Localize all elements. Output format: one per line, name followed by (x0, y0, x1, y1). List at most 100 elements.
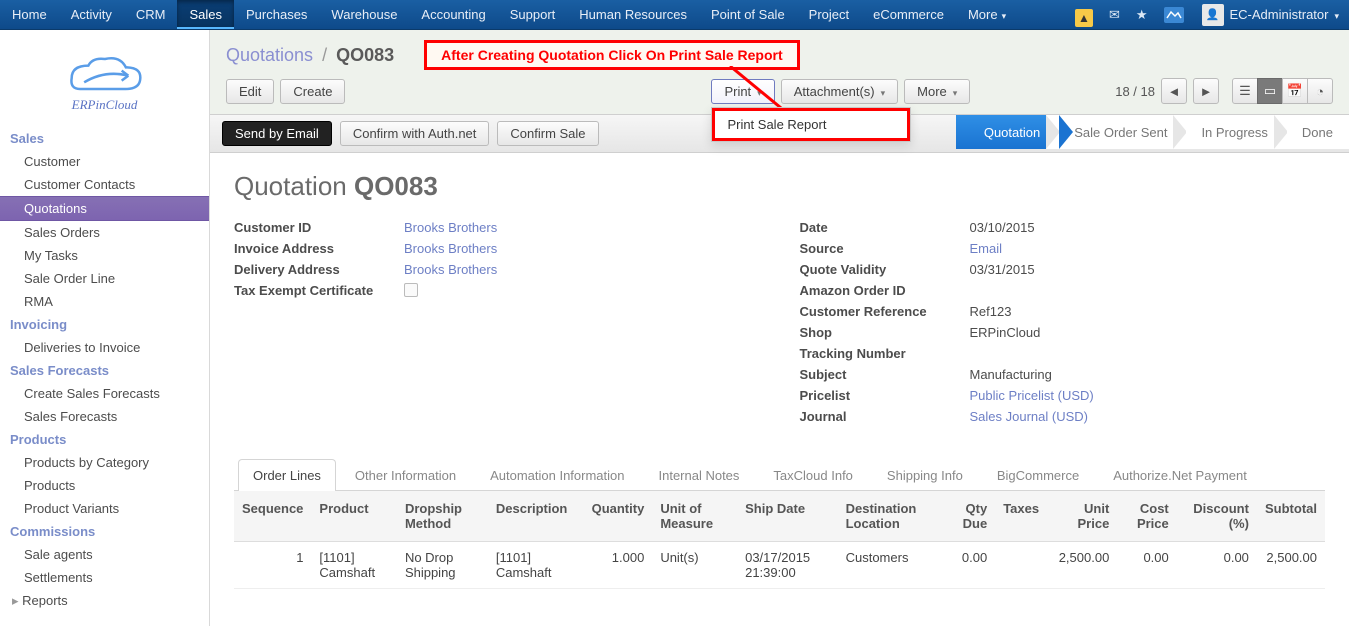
nav-sales[interactable]: Sales (177, 0, 234, 29)
tab-other-information[interactable]: Other Information (340, 459, 471, 491)
sidebar-item-sales-orders[interactable]: Sales Orders (0, 221, 209, 244)
cell-dest: Customers (838, 542, 946, 589)
tab-bigcommerce[interactable]: BigCommerce (982, 459, 1094, 491)
tab-authorize-net-payment[interactable]: Authorize.Net Payment (1098, 459, 1262, 491)
nav-crm[interactable]: CRM (124, 0, 178, 29)
sidebar-item-products-by-category[interactable]: Products by Category (0, 451, 209, 474)
app-switcher-icon[interactable] (1156, 0, 1192, 29)
view-calendar-button[interactable]: 📅 (1282, 78, 1308, 104)
tab-shipping-info[interactable]: Shipping Info (872, 459, 978, 491)
sidebar-item-create-sales-forecasts[interactable]: Create Sales Forecasts (0, 382, 209, 405)
print-sale-report-item[interactable]: Print Sale Report (712, 108, 910, 141)
journal-value[interactable]: Sales Journal (USD) (970, 409, 1089, 424)
invoice-address-value[interactable]: Brooks Brothers (404, 241, 497, 256)
user-menu[interactable]: 👤 EC-Administrator (1192, 0, 1349, 29)
col-taxes: Taxes (995, 491, 1047, 542)
stage-quotation[interactable]: Quotation (956, 115, 1060, 149)
sidebar-item-reports[interactable]: ▸ Reports (0, 589, 209, 613)
star-icon[interactable]: ★ (1128, 0, 1156, 29)
nav-purchases[interactable]: Purchases (234, 0, 319, 29)
sidebar-item-rma[interactable]: RMA (0, 290, 209, 313)
print-button[interactable]: Print (711, 79, 774, 104)
source-label: Source (800, 241, 970, 256)
sidebar-item-customer-contacts[interactable]: Customer Contacts (0, 173, 209, 196)
nav-support[interactable]: Support (498, 0, 568, 29)
tax-exempt-checkbox[interactable] (404, 283, 418, 297)
sidebar-item-quotations[interactable]: Quotations (0, 196, 209, 221)
nav-ecommerce[interactable]: eCommerce (861, 0, 956, 29)
pager-next-button[interactable]: ► (1193, 78, 1219, 104)
form-left-col: Customer IDBrooks Brothers Invoice Addre… (234, 220, 760, 430)
send-email-button[interactable]: Send by Email (222, 121, 332, 146)
customer-id-value[interactable]: Brooks Brothers (404, 220, 497, 235)
confirm-authnet-button[interactable]: Confirm with Auth.net (340, 121, 490, 146)
cell-qty_due: 0.00 (945, 542, 995, 589)
sidebar-section-invoicing[interactable]: Invoicing (0, 313, 209, 336)
sidebar-item-products[interactable]: Products (0, 474, 209, 497)
table-row[interactable]: 1[1101] CamshaftNo Drop Shipping[1101] C… (234, 542, 1325, 589)
tab-internal-notes[interactable]: Internal Notes (643, 459, 754, 491)
tab-order-lines[interactable]: Order Lines (238, 459, 336, 491)
top-nav: Home Activity CRM Sales Purchases Wareho… (0, 0, 1349, 30)
nav-project[interactable]: Project (797, 0, 861, 29)
tab-taxcloud-info[interactable]: TaxCloud Info (758, 459, 868, 491)
source-value[interactable]: Email (970, 241, 1003, 256)
attachments-button[interactable]: Attachment(s) (781, 79, 898, 104)
view-list-button[interactable]: ☰ (1232, 78, 1258, 104)
sidebar-item-settlements[interactable]: Settlements (0, 566, 209, 589)
sidebar-item-product-variants[interactable]: Product Variants (0, 497, 209, 520)
cell-seq: 1 (234, 542, 311, 589)
col-description: Description (488, 491, 584, 542)
sidebar-item-sale-order-line[interactable]: Sale Order Line (0, 267, 209, 290)
pager-text: 18 / 18 (1115, 84, 1155, 99)
sidebar-item-sales-forecasts[interactable]: Sales Forecasts (0, 405, 209, 428)
subject-label: Subject (800, 367, 970, 382)
sidebar-section-sales[interactable]: Sales (0, 127, 209, 150)
nav-activity[interactable]: Activity (59, 0, 124, 29)
nav-more[interactable]: More (956, 0, 1018, 29)
sidebar-item-deliveries-to-invoice[interactable]: Deliveries to Invoice (0, 336, 209, 359)
sidebar-section-sales-forecasts[interactable]: Sales Forecasts (0, 359, 209, 382)
invoice-address-label: Invoice Address (234, 241, 404, 256)
shop-value: ERPinCloud (970, 325, 1041, 340)
main-content: Quotations / QO083 After Creating Quotat… (210, 30, 1349, 626)
sidebar-item-sale-agents[interactable]: Sale agents (0, 543, 209, 566)
create-button[interactable]: Create (280, 79, 345, 104)
view-form-button[interactable]: ▭ (1257, 78, 1283, 104)
cell-uom: Unit(s) (652, 542, 737, 589)
annotation-callout: After Creating Quotation Click On Print … (424, 40, 799, 70)
sidebar-section-commissions[interactable]: Commissions (0, 520, 209, 543)
logo-text: ERPinCloud (0, 97, 209, 113)
col-sequence: Sequence (234, 491, 311, 542)
delivery-address-value[interactable]: Brooks Brothers (404, 262, 497, 277)
col-qty-due: Qty Due (945, 491, 995, 542)
cell-product: [1101] Camshaft (311, 542, 397, 589)
nav-warehouse[interactable]: Warehouse (319, 0, 409, 29)
confirm-sale-button[interactable]: Confirm Sale (497, 121, 598, 146)
nav-pos[interactable]: Point of Sale (699, 0, 797, 29)
pricelist-label: Pricelist (800, 388, 970, 403)
breadcrumb-root[interactable]: Quotations (226, 45, 313, 65)
print-dropdown: Print Sale Report (711, 107, 911, 142)
sidebar-item-customer[interactable]: Customer (0, 150, 209, 173)
nav-home[interactable]: Home (0, 0, 59, 29)
pager-prev-button[interactable]: ◄ (1161, 78, 1187, 104)
view-switcher: ☰ ▭ 📅 ◔ (1233, 78, 1333, 104)
pricelist-value[interactable]: Public Pricelist (USD) (970, 388, 1094, 403)
warning-icon[interactable]: ▲ (1067, 0, 1101, 29)
col-quantity: Quantity (584, 491, 653, 542)
tracking-label: Tracking Number (800, 346, 970, 361)
col-cost-price: Cost Price (1117, 491, 1176, 542)
nav-hr[interactable]: Human Resources (567, 0, 699, 29)
messages-icon[interactable]: ✉ (1101, 0, 1128, 29)
edit-button[interactable]: Edit (226, 79, 274, 104)
col-unit-of-measure: Unit of Measure (652, 491, 737, 542)
stage-done[interactable]: Done (1274, 115, 1349, 149)
nav-accounting[interactable]: Accounting (409, 0, 497, 29)
sidebar-section-products[interactable]: Products (0, 428, 209, 451)
more-button[interactable]: More (904, 79, 970, 104)
cell-desc: [1101] Camshaft (488, 542, 584, 589)
sidebar-item-my-tasks[interactable]: My Tasks (0, 244, 209, 267)
tab-automation-information[interactable]: Automation Information (475, 459, 639, 491)
view-graph-button[interactable]: ◔ (1307, 78, 1333, 104)
